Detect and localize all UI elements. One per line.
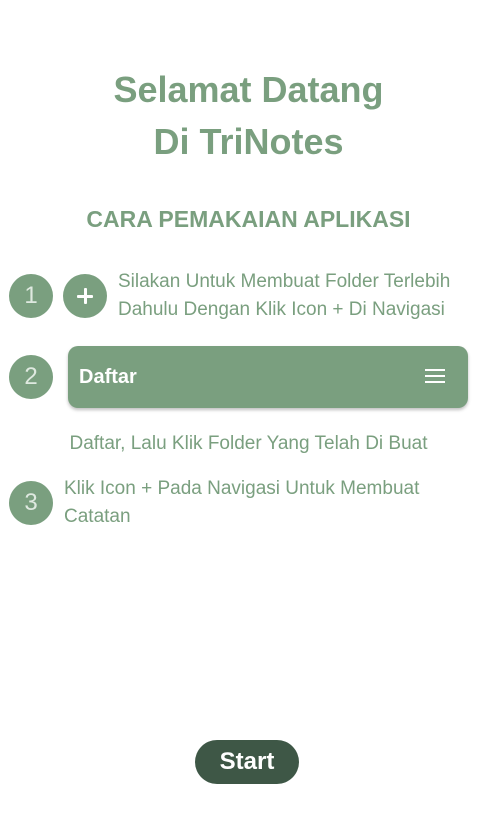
step-1-text: Silakan Untuk Membuat Folder Terlebih Da… bbox=[118, 268, 490, 324]
step-1-number: 1 bbox=[9, 274, 53, 318]
start-button[interactable]: Start bbox=[195, 740, 299, 784]
menu-icon bbox=[425, 369, 445, 385]
welcome-title-line1: Selamat Datang bbox=[113, 69, 384, 110]
step-1-text-line1: Silakan Untuk Membuat Folder Terlebih bbox=[118, 271, 451, 292]
welcome-title-line2: Di TriNotes bbox=[153, 121, 344, 162]
step-2-caption: Daftar, Lalu Klik Folder Yang Telah Di B… bbox=[69, 433, 428, 454]
step-3-text: Klik Icon + Pada Navigasi Untuk Membuat … bbox=[64, 475, 484, 531]
navbar-title: Daftar bbox=[79, 366, 137, 388]
step-3-text-line2: Catatan bbox=[64, 506, 131, 527]
step-1-text-line2: Dahulu Dengan Klik Icon + Di Navigasi bbox=[118, 299, 445, 320]
instructions-heading: CARA PEMAKAIAN APLIKASI bbox=[86, 206, 411, 232]
plus-icon bbox=[63, 274, 107, 318]
example-navbar: Daftar bbox=[68, 346, 468, 408]
step-2-number: 2 bbox=[9, 355, 53, 399]
step-3-text-line1: Klik Icon + Pada Navigasi Untuk Membuat bbox=[64, 478, 420, 499]
step-3-number: 3 bbox=[9, 481, 53, 525]
